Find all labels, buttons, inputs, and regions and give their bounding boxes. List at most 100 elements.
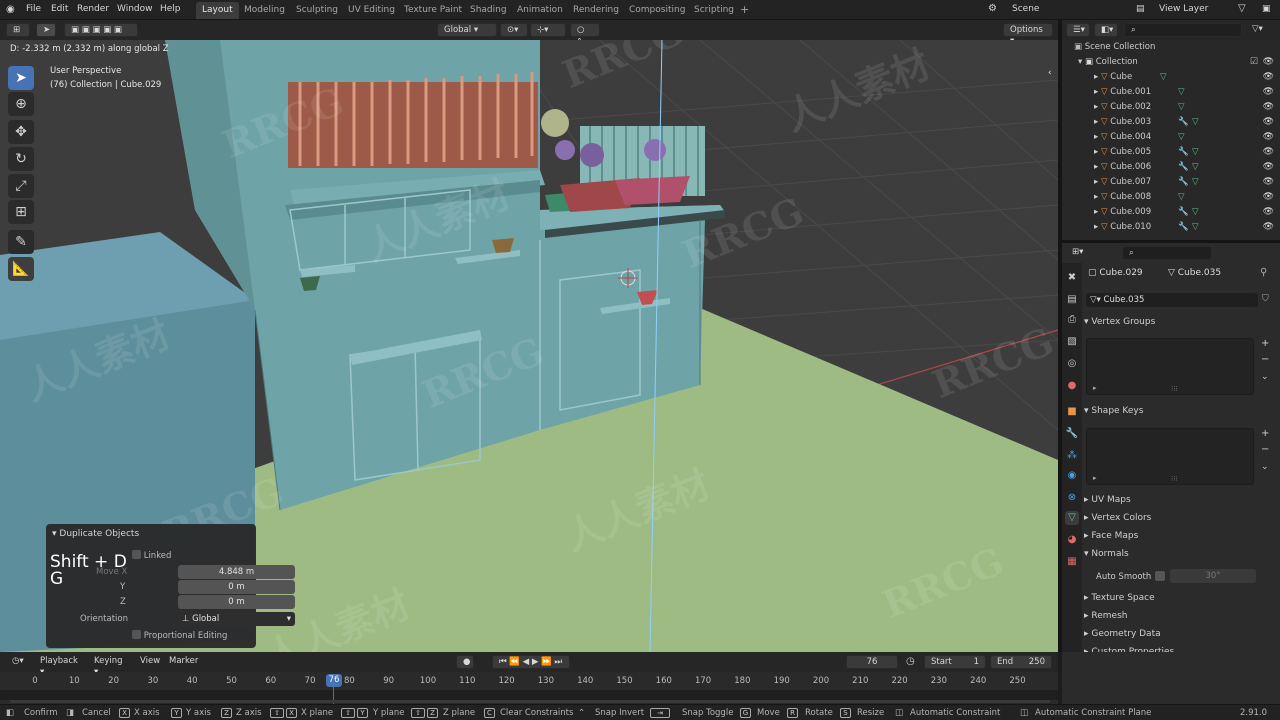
tab-layout[interactable]: Layout: [196, 2, 239, 19]
visibility-eye-icon[interactable]: 👁: [1263, 70, 1274, 85]
tab-modeling[interactable]: Modeling: [238, 2, 291, 19]
visibility-eye-icon[interactable]: 👁: [1263, 190, 1274, 205]
menu-help[interactable]: Help: [160, 4, 181, 14]
linked-checkbox[interactable]: Linked: [132, 550, 171, 561]
shape-keys-panel-header[interactable]: ▾ Shape Keys: [1084, 403, 1276, 420]
select-mode-buttons[interactable]: ▣ ▣ ▣ ▣ ▣: [64, 23, 138, 37]
outliner-editor-type-icon[interactable]: ☰▾: [1066, 23, 1090, 37]
scene-collection-row[interactable]: ▣ Scene Collection: [1062, 40, 1280, 55]
outliner-item[interactable]: ▸ ▽ Cube.010 🔧 ▽ 👁: [1062, 220, 1280, 235]
rotate-tool-icon[interactable]: ↻: [8, 147, 34, 171]
outliner-item[interactable]: ▸ ▽ Cube.005 🔧 ▽ 👁: [1062, 145, 1280, 160]
view-menu[interactable]: View: [134, 655, 164, 669]
modifier-tab-icon[interactable]: 🔧: [1065, 427, 1079, 441]
add-workspace-button[interactable]: +: [734, 2, 755, 19]
shape-key-menu-icon[interactable]: ⌄: [1261, 462, 1269, 472]
transform-orientation-select[interactable]: Global ▾: [437, 23, 497, 37]
filter-icon[interactable]: ▽: [1238, 3, 1246, 14]
output-tab-icon[interactable]: ⎙: [1065, 313, 1079, 327]
visibility-eye-icon[interactable]: 👁: [1263, 220, 1274, 235]
add-shape-key-button[interactable]: +: [1261, 428, 1269, 439]
outliner-item[interactable]: ▸ ▽ Cube ▽ 👁: [1062, 70, 1280, 85]
collection-row[interactable]: ▾ ▣ Collection ☑ 👁: [1062, 55, 1280, 70]
face-maps-panel-header[interactable]: ▸ Face Maps: [1084, 528, 1276, 545]
measure-tool-icon[interactable]: 📐: [8, 257, 34, 281]
tab-compositing[interactable]: Compositing: [623, 2, 691, 19]
world-tab-icon[interactable]: ●: [1065, 379, 1079, 393]
auto-smooth-checkbox[interactable]: [1155, 571, 1165, 581]
view-layer-selector[interactable]: View Layer: [1159, 4, 1208, 14]
proportional-edit-icon[interactable]: ○ ∿: [570, 23, 600, 46]
vertex-colors-panel-header[interactable]: ▸ Vertex Colors: [1084, 510, 1276, 527]
outliner-filter-icon[interactable]: ▽▾: [1246, 23, 1274, 37]
proportional-editing-checkbox[interactable]: Proportional Editing: [132, 630, 227, 641]
view-layer-tab-icon[interactable]: ▧: [1065, 335, 1079, 349]
timeline-ruler[interactable]: 0 10 20 30 40 50 60 70 80 90 100 110 120 130 140 150 160…: [0, 672, 1058, 704]
shape-keys-list[interactable]: ▸ ⁝⁝⁝: [1086, 428, 1254, 485]
tab-texture-paint[interactable]: Texture Paint: [398, 2, 468, 19]
pivot-point-icon[interactable]: ⊙▾: [500, 23, 528, 37]
start-frame-field[interactable]: Start 1: [924, 655, 986, 669]
auto-smooth-angle-field[interactable]: 30°: [1170, 569, 1256, 583]
scene-tab-icon[interactable]: ◎: [1065, 357, 1079, 371]
playhead[interactable]: 76: [326, 674, 342, 687]
move-x-field[interactable]: 4.848 m: [178, 565, 295, 579]
cursor-tool-icon[interactable]: ⊕: [8, 92, 34, 116]
constraints-tab-icon[interactable]: ⊗: [1065, 491, 1079, 505]
visibility-eye-icon[interactable]: 👁: [1263, 115, 1274, 130]
current-frame-field[interactable]: 76: [846, 655, 898, 669]
outliner-item[interactable]: ▸ ▽ Cube.002 ▽ 👁: [1062, 100, 1280, 115]
texture-tab-icon[interactable]: ▦: [1065, 555, 1079, 569]
move-tool-icon[interactable]: ✥: [8, 120, 34, 144]
move-z-field[interactable]: 0 m: [178, 595, 295, 609]
keying-menu[interactable]: Keying ▾: [88, 655, 134, 677]
select-tool-icon[interactable]: ➤: [36, 23, 56, 37]
fake-user-icon[interactable]: ⛉: [1262, 294, 1269, 304]
vertex-groups-list[interactable]: ▸ ⁝⁝⁝: [1086, 338, 1254, 395]
timeline-editor-type-icon[interactable]: ◷▾: [6, 655, 30, 669]
physics-tab-icon[interactable]: ◉: [1065, 469, 1079, 483]
outliner-search-input[interactable]: ⌕: [1124, 23, 1242, 37]
record-icon[interactable]: ●: [456, 655, 474, 669]
snap-icon[interactable]: ⊹▾: [530, 23, 566, 37]
menu-edit[interactable]: Edit: [51, 4, 68, 14]
editor-type-icon[interactable]: ⊞: [6, 23, 30, 37]
outliner-item[interactable]: ▸ ▽ Cube.008 ▽ 👁: [1062, 190, 1280, 205]
outliner-item[interactable]: ▸ ▽ Cube.003 🔧 ▽ 👁: [1062, 115, 1280, 130]
uv-maps-panel-header[interactable]: ▸ UV Maps: [1084, 492, 1276, 509]
options-dropdown[interactable]: Options ▾: [1003, 23, 1053, 46]
move-y-field[interactable]: 0 m: [178, 580, 295, 594]
tab-shading[interactable]: Shading: [464, 2, 513, 19]
collapse-sidebar-icon[interactable]: ‹: [1048, 68, 1052, 78]
particles-tab-icon[interactable]: ⁂: [1065, 449, 1079, 463]
outliner-item[interactable]: ▸ ▽ Cube.009 🔧 ▽ 👁: [1062, 205, 1280, 220]
redo-panel-duplicate-objects[interactable]: ▾ Duplicate Objects Linked Shift + DG Mo…: [46, 524, 295, 648]
vertex-groups-panel-header[interactable]: ▾ Vertex Groups: [1084, 314, 1276, 331]
visibility-eye-icon[interactable]: 👁: [1263, 205, 1274, 220]
tab-animation[interactable]: Animation: [511, 2, 569, 19]
mesh-data-tab-icon[interactable]: ▽: [1065, 511, 1079, 525]
timeline-track[interactable]: [0, 690, 1058, 700]
outliner-item[interactable]: ▸ ▽ Cube.006 🔧 ▽ 👁: [1062, 160, 1280, 175]
redo-panel-header[interactable]: ▾ Duplicate Objects: [52, 529, 139, 539]
visibility-eye-icon[interactable]: 👁: [1263, 130, 1274, 145]
end-frame-field[interactable]: End 250: [990, 655, 1052, 669]
playback-controls[interactable]: ⏮ ⏪ ◀ ▶ ⏩ ⏭: [492, 655, 570, 669]
exclude-checkbox-icon[interactable]: ☑: [1250, 55, 1258, 70]
texture-space-panel-header[interactable]: ▸ Texture Space: [1084, 590, 1276, 607]
mesh-datablock-field[interactable]: ▽▾ Cube.035: [1086, 293, 1258, 307]
marker-menu[interactable]: Marker: [163, 655, 203, 669]
tab-rendering[interactable]: Rendering: [567, 2, 625, 19]
add-vertex-group-button[interactable]: +: [1261, 338, 1269, 349]
object-tab-icon[interactable]: ■: [1065, 405, 1079, 419]
render-tab-icon[interactable]: ▤: [1065, 293, 1079, 307]
vertex-group-menu-icon[interactable]: ⌄: [1261, 372, 1269, 382]
orientation-select[interactable]: ⊥ Global ▾: [178, 612, 295, 626]
scale-tool-icon[interactable]: ⤢: [8, 174, 34, 198]
menu-file[interactable]: File: [26, 4, 41, 14]
remove-shape-key-button[interactable]: −: [1261, 444, 1269, 455]
visibility-eye-icon[interactable]: 👁: [1263, 100, 1274, 115]
preview-range-icon[interactable]: ◷: [906, 656, 915, 667]
outliner-item[interactable]: ▸ ▽ Cube.001 ▽ 👁: [1062, 85, 1280, 100]
remove-vertex-group-button[interactable]: −: [1261, 354, 1269, 365]
